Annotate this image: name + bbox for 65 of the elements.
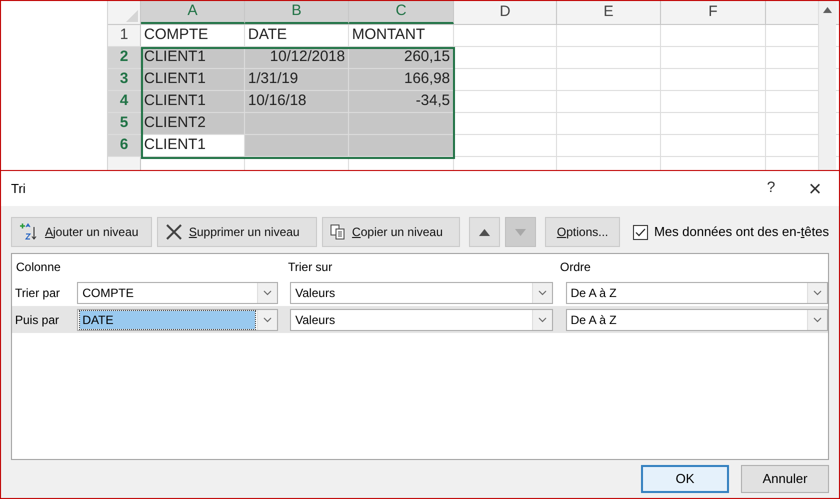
order-dropdown[interactable]: De A à Z (566, 282, 828, 304)
row-header[interactable]: 3 (108, 69, 141, 90)
check-icon (635, 228, 646, 236)
chevron-down-icon (538, 316, 547, 322)
sort-on-dropdown[interactable]: Valeurs (290, 308, 553, 330)
chevron-down-icon (813, 290, 822, 296)
row-header[interactable]: 5 (108, 113, 141, 134)
chevron-down-icon (813, 316, 822, 322)
triangle-up-icon (479, 228, 490, 236)
column-dropdown[interactable]: DATE (77, 308, 278, 330)
order-dropdown[interactable]: De A à Z (566, 308, 828, 330)
level-label: Puis par (14, 312, 60, 328)
dialog-title: Tri (11, 180, 27, 198)
checkbox-label: Mes données ont des en-têtes (654, 223, 829, 242)
copy-icon (330, 224, 346, 240)
table-cell[interactable]: 10/16/18 (245, 91, 349, 112)
row-header[interactable]: 4 (108, 91, 141, 112)
triangle-down-icon (515, 228, 526, 236)
delete-icon (164, 223, 183, 241)
column-header[interactable]: D (454, 1, 557, 24)
table-cell[interactable] (245, 113, 349, 134)
sort-on-dropdown[interactable]: Valeurs (290, 282, 553, 304)
column-header[interactable]: A (141, 1, 245, 24)
select-all-icon[interactable] (126, 10, 138, 22)
ok-button[interactable]: OK (641, 465, 729, 493)
add-level-button[interactable]: Ajouter un niveau (11, 217, 152, 247)
sort-level-row[interactable]: Trier par COMPTE Valeurs De A à Z (12, 279, 828, 306)
column-header[interactable]: B (245, 1, 349, 24)
table-cell[interactable]: CLIENT1 (141, 91, 245, 112)
table-cell[interactable]: -34,5 (349, 91, 454, 112)
column-dropdown[interactable]: COMPTE (77, 282, 278, 304)
copy-level-button[interactable]: Copier un niveau (322, 217, 460, 247)
headers-checkbox[interactable] (633, 224, 648, 240)
options-button[interactable]: Options... (545, 217, 620, 247)
table-cell[interactable]: 260,15 (349, 47, 454, 68)
table-cell[interactable]: 1/31/19 (245, 69, 349, 90)
table-cell[interactable]: CLIENT1 (141, 69, 245, 90)
chevron-down-icon (263, 316, 272, 322)
chevron-down-icon (538, 290, 547, 296)
delete-level-button[interactable]: Supprimer un niveau (156, 217, 318, 247)
cancel-button[interactable]: Annuler (741, 465, 829, 493)
chevron-down-icon (263, 290, 272, 296)
move-up-button[interactable] (468, 217, 500, 247)
sort-level-row[interactable]: Puis par DATE Valeurs De A à Z (12, 306, 828, 333)
table-cell[interactable]: 166,98 (349, 69, 454, 90)
level-label: Trier par (14, 284, 61, 302)
row-header[interactable]: 1 (108, 25, 141, 46)
column-header[interactable]: C (349, 1, 454, 24)
close-button[interactable]: × (793, 172, 837, 205)
sort-add-icon (19, 223, 39, 241)
row-header[interactable]: 2 (108, 47, 141, 68)
row-header[interactable] (108, 157, 141, 170)
column-header[interactable]: F (661, 1, 766, 24)
column-header[interactable]: E (557, 1, 661, 24)
table-cell[interactable] (245, 135, 349, 156)
row-header[interactable]: 6 (108, 135, 141, 156)
column-heading: Trier sur (287, 258, 334, 276)
column-heading: Colonne (15, 258, 62, 276)
column-heading: Ordre (559, 258, 592, 276)
table-cell[interactable]: CLIENT2 (141, 113, 245, 134)
table-cell[interactable] (349, 113, 454, 134)
table-cell[interactable]: 10/12/2018 (245, 47, 349, 68)
help-button[interactable]: ? (749, 177, 793, 200)
table-cell[interactable] (349, 135, 454, 156)
scroll-up-icon[interactable] (823, 7, 832, 13)
